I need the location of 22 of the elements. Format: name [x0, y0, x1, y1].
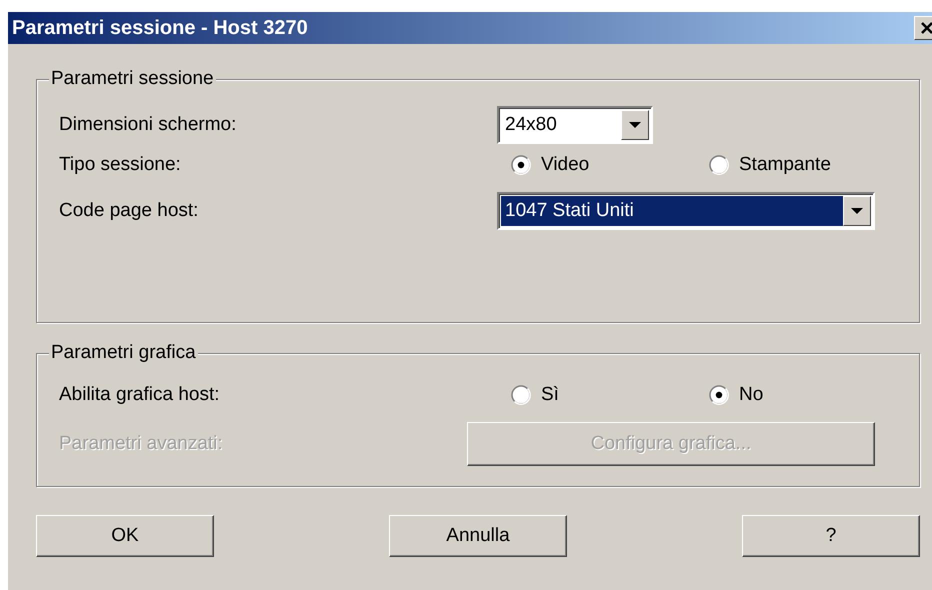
radio-label: Video: [541, 152, 590, 177]
field-label: Code page host:: [58, 198, 200, 223]
radio-button[interactable]: [511, 385, 531, 405]
dialog-button[interactable]: OK: [36, 515, 214, 557]
field-label: Tipo sessione:: [58, 152, 182, 177]
radio-label: Sì: [541, 382, 559, 407]
group-title: Parametri grafica: [49, 341, 198, 365]
dropdown-field[interactable]: 24x80: [497, 106, 653, 144]
radio-button[interactable]: [709, 385, 729, 405]
window-title: Parametri sessione - Host 3270: [11, 16, 308, 41]
radio-button[interactable]: [709, 155, 729, 175]
dropdown-arrow-icon: [851, 207, 863, 215]
dialog-button[interactable]: Annulla: [389, 515, 567, 557]
dropdown-field[interactable]: 1047 Stati Uniti: [497, 192, 875, 230]
close-icon: [920, 21, 932, 35]
dropdown-arrow-icon: [629, 121, 641, 129]
dialog-button[interactable]: ?: [742, 515, 920, 557]
radio-label: Stampante: [739, 152, 831, 177]
radio-button[interactable]: [511, 155, 531, 175]
field-label: Dimensioni schermo:: [58, 112, 238, 137]
radio-label: No: [739, 382, 764, 407]
field-label: Abilita grafica host:: [58, 382, 221, 407]
